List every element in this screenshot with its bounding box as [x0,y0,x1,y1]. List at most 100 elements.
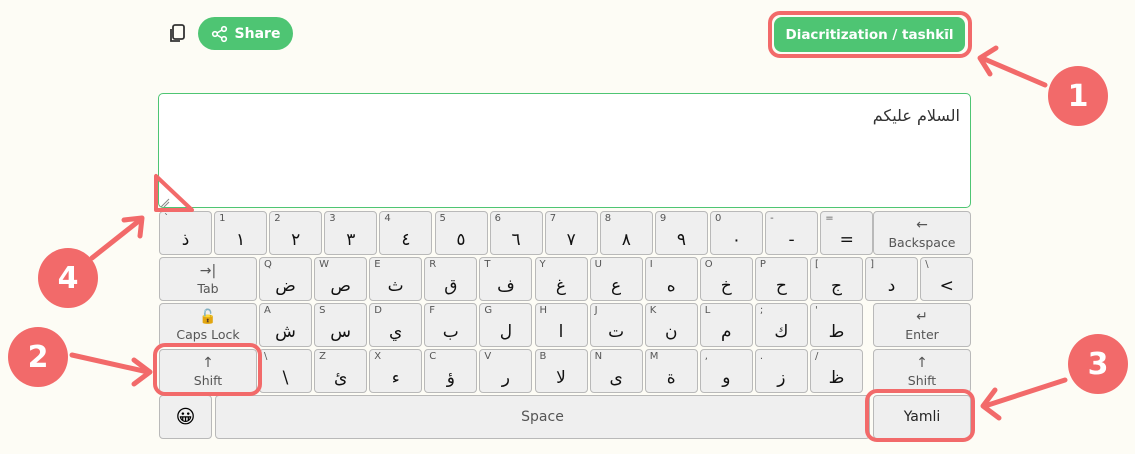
key-latin-label: U [594,259,602,270]
key-row2-10[interactable]: [ج [810,257,863,301]
arrow-1-head [977,45,999,77]
key-arabic-label: ء [391,368,400,388]
emoji-key[interactable]: 😀 [159,395,212,439]
key-latin-label: 7 [549,213,557,224]
key-row1-10[interactable]: 0٠ [710,211,763,255]
key-row1-7[interactable]: 7٧ [544,211,598,255]
key-row3-2[interactable]: Dي [369,303,423,347]
arrow-2 [69,352,151,375]
arrow-3-head [980,387,1002,421]
tab-key[interactable]: →| Tab [159,257,257,301]
key-row4-5[interactable]: B لا [534,349,588,393]
key-row2-5[interactable]: Yغ [534,257,588,301]
key-arabic-label: و [722,368,731,388]
key-arabic-label: ٤ [401,230,411,250]
key-latin-label: G [484,305,493,316]
key-row3-0[interactable]: Aش [259,303,312,347]
key-arabic-label: ٢ [291,230,301,250]
key-row4-2[interactable]: Xء [369,349,423,393]
key-row4-6[interactable]: Nى [589,349,643,393]
key-row3-7[interactable]: Kن [644,303,698,347]
key-row2-6[interactable]: Uع [589,257,643,301]
key-arabic-label: ك [774,322,789,342]
key-row1-9[interactable]: 9٩ [654,211,708,255]
key-latin-label: Q [264,259,272,270]
key-row2-1[interactable]: Wص [314,257,368,301]
key-row3-5[interactable]: Hا [534,303,588,347]
key-arabic-label: ة [666,368,676,388]
key-row4-9[interactable]: .ز [754,349,808,393]
key-latin-label: C [429,351,437,362]
share-label: Share [234,25,281,42]
tab-key-icon: →| [199,263,217,279]
shift-right-key[interactable]: ↑ Shift [873,349,971,393]
key-row3-3[interactable]: Fب [424,303,478,347]
key-row3-8[interactable]: Lم [699,303,753,347]
capslock-key-icon: 🔓 [199,309,217,325]
annotation-badge-1: 1 [1048,66,1108,126]
annotation-badge-2: 2 [8,327,68,387]
arrow-3 [982,377,1068,409]
enter-key-label: Enter [905,327,939,342]
key-arabic-label: ج [831,276,842,296]
key-row4-8[interactable]: ,و [699,349,753,393]
key-arabic-label: ٨ [621,230,631,250]
key-arabic-label: لا [556,368,566,388]
annotation-badge-4: 4 [38,248,98,308]
key-row1-11[interactable]: -- [765,211,819,255]
key-row4-7[interactable]: Mة [644,349,698,393]
key-row1-5[interactable]: 5٥ [434,211,488,255]
key-row2-3[interactable]: Rق [424,257,478,301]
key-row4-3[interactable]: Cؤ [424,349,478,393]
key-row3-9[interactable]: ; ك [754,303,808,347]
key-row3-10[interactable]: ' ط [810,303,863,347]
key-arabic-label: ا [558,322,564,342]
key-row4-4[interactable]: Vر [479,349,533,393]
key-row2-0[interactable]: Qض [259,257,312,301]
key-latin-label: D [374,305,382,316]
key-row2-8[interactable]: Oخ [699,257,753,301]
key-arabic-label: ن [664,322,678,342]
share-button[interactable]: Share [198,17,293,50]
key-latin-label: 2 [274,213,281,224]
key-row2-4[interactable]: Tف [479,257,533,301]
key-row1-1[interactable]: 1١ [214,211,268,255]
key-row2-11[interactable]: ] د [865,257,919,301]
key-row4-0[interactable]: \ \ [259,349,312,393]
key-row2-2[interactable]: Eث [369,257,423,301]
key-row3-6[interactable]: Jت [589,303,643,347]
key-latin-label: 6 [494,213,501,224]
key-row2-7[interactable]: Iه [644,257,698,301]
key-row2-9[interactable]: Pح [754,257,808,301]
key-row3-4[interactable]: Gل [479,303,533,347]
key-arabic-label: ؤ [446,368,455,388]
key-row4-1[interactable]: Zئ [314,349,368,393]
key-row1-8[interactable]: 8٨ [599,211,653,255]
key-row1-2[interactable]: 2٢ [269,211,323,255]
copy-button[interactable] [167,22,189,44]
enter-key[interactable]: ↵ Enter [873,303,971,347]
key-arabic-label: ١ [236,230,246,250]
resize-handle-icon[interactable] [160,198,170,208]
key-row1-4[interactable]: 4٤ [379,211,433,255]
key-row1-6[interactable]: 6٦ [489,211,543,255]
backspace-key[interactable]: ← Backspace [873,211,971,255]
key-arabic-label: ٠ [731,230,742,250]
text-input[interactable]: السلام عليكم [158,93,971,208]
key-row4-10[interactable]: / ظ [810,349,863,393]
key-row2-12[interactable]: \ < [920,257,974,301]
share-icon [211,25,227,42]
emoji-icon: 😀 [175,406,196,428]
key-arabic-label: ٧ [566,230,576,250]
key-row1-12[interactable]: = = [820,211,874,255]
key-latin-label: - [770,213,774,224]
key-arabic-label: ئ [333,368,348,388]
key-latin-label: A [264,305,271,316]
key-row1-3[interactable]: 3٣ [324,211,378,255]
arrow-4 [89,217,143,261]
key-row3-1[interactable]: Sس [314,303,368,347]
space-key[interactable]: Space [215,395,870,439]
key-latin-label: Z [319,351,326,362]
capslock-key[interactable]: 🔓 Caps Lock [159,303,257,347]
key-row1-0[interactable]: ` ذ [159,211,212,255]
